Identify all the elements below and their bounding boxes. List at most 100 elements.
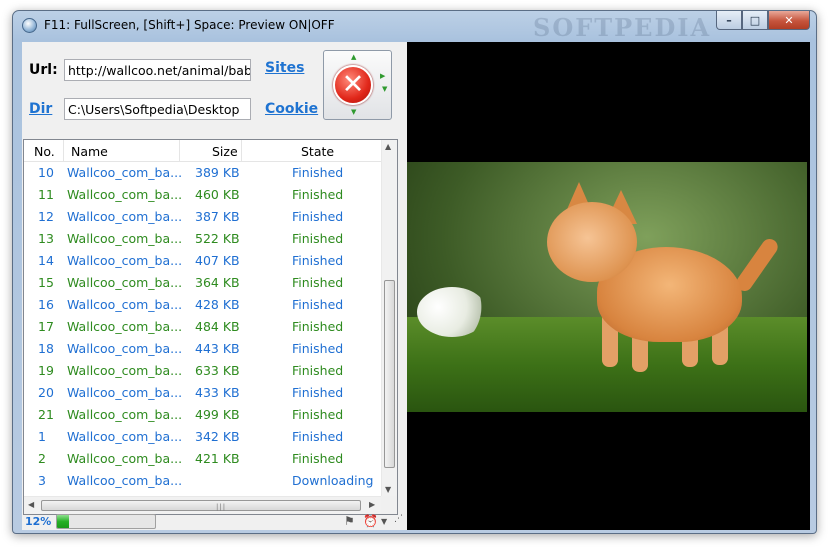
row-no: 12 [38,209,54,224]
row-name: Wallcoo_com_ba... [67,297,183,312]
table-row[interactable]: 11 Wallcoo_com_ba... 460 KB Finished [24,184,383,206]
vertical-scrollbar[interactable]: ▲ ▼ [381,140,397,496]
scroll-left-icon[interactable]: ◀ [28,500,34,509]
row-no: 20 [38,385,54,400]
dir-link[interactable]: Dir [29,101,52,117]
progress-bar [56,514,156,529]
table-row[interactable]: 13 Wallcoo_com_ba... 522 KB Finished [24,228,383,250]
row-no: 18 [38,341,54,356]
table-row[interactable]: 3 Wallcoo_com_ba... Downloading [24,470,383,492]
row-size: 443 KB [195,341,240,356]
list-header: No. Name Size State [24,140,383,162]
row-size: 484 KB [195,319,240,334]
row-size: 407 KB [195,253,240,268]
download-list[interactable]: No. Name Size State 10 Wallcoo_com_ba... 3… [23,139,398,515]
minimize-button[interactable]: – [716,11,742,30]
row-size: 433 KB [195,385,240,400]
row-state: Finished [292,341,344,356]
row-size: 421 KB [195,451,240,466]
sites-link[interactable]: Sites [265,60,304,76]
dropdown-arrow-icon[interactable]: ▼ [381,517,387,526]
row-size: 499 KB [195,407,240,422]
table-row[interactable]: 20 Wallcoo_com_ba... 433 KB Finished [24,382,383,404]
column-header-state[interactable]: State [301,144,334,159]
horizontal-scroll-thumb[interactable]: ||| [41,500,361,511]
table-row[interactable]: 17 Wallcoo_com_ba... 484 KB Finished [24,316,383,338]
status-bar: 12% ⚑ ⏰ ▼ ⋰ [22,514,407,530]
maximize-button[interactable]: □ [742,11,768,30]
close-button[interactable]: ✕ [768,11,810,30]
scheduler-icon[interactable]: ⚑ [344,514,355,528]
table-row[interactable]: 10 Wallcoo_com_ba... 389 KB Finished [24,162,383,184]
column-divider [241,140,242,162]
column-header-no[interactable]: No. [34,144,55,159]
table-row[interactable]: 12 Wallcoo_com_ba... 387 KB Finished [24,206,383,228]
arrow-down-small-icon: ▼ [382,85,388,93]
row-state: Finished [292,429,344,444]
arrow-up-icon: ▲ [351,53,357,61]
window-title: F11: FullScreen, [Shift+] Space: Preview… [44,18,335,32]
kitten-photo [407,162,807,412]
row-state: Finished [292,275,344,290]
dir-field[interactable]: C:\Users\Softpedia\Desktop [64,98,251,120]
table-row[interactable]: 19 Wallcoo_com_ba... 633 KB Finished [24,360,383,382]
column-header-size[interactable]: Size [212,144,238,159]
row-no: 11 [38,187,54,202]
row-no: 2 [38,451,46,466]
url-field[interactable]: http://wallcoo.net/animal/baby_ [64,59,251,81]
url-label: Url: [29,62,58,78]
row-no: 19 [38,363,54,378]
row-no: 10 [38,165,54,180]
table-row[interactable]: 1 Wallcoo_com_ba... 342 KB Finished [24,426,383,448]
table-row[interactable]: 2 Wallcoo_com_ba... 421 KB Finished [24,448,383,470]
clock-icon[interactable]: ⏰ [363,514,378,528]
row-name: Wallcoo_com_ba... [67,165,183,180]
horizontal-scrollbar[interactable]: ◀ ||| ▶ [24,496,383,514]
row-state: Finished [292,407,344,422]
title-bar[interactable]: F11: FullScreen, [Shift+] Space: Preview… [13,11,816,42]
row-name: Wallcoo_com_ba... [67,385,183,400]
table-row[interactable]: 16 Wallcoo_com_ba... 428 KB Finished [24,294,383,316]
row-size: 522 KB [195,231,240,246]
row-name: Wallcoo_com_ba... [67,341,183,356]
row-size: 387 KB [195,209,240,224]
scroll-up-icon[interactable]: ▲ [385,142,391,151]
row-name: Wallcoo_com_ba... [67,209,183,224]
image-preview-pane [407,42,810,530]
row-no: 21 [38,407,54,422]
row-name: Wallcoo_com_ba... [67,473,183,488]
row-state: Finished [292,451,344,466]
row-no: 1 [38,429,46,444]
scroll-corner [381,496,397,514]
row-no: 16 [38,297,54,312]
row-state: Finished [292,319,344,334]
row-name: Wallcoo_com_ba... [67,451,183,466]
row-no: 15 [38,275,54,290]
stop-button[interactable]: ▲ ✕ ▶ ▼ ▼ [323,50,392,120]
row-no: 3 [38,473,46,488]
row-name: Wallcoo_com_ba... [67,187,183,202]
table-row[interactable]: 21 Wallcoo_com_ba... 499 KB Finished [24,404,383,426]
row-state: Finished [292,231,344,246]
scroll-down-icon[interactable]: ▼ [385,485,391,494]
row-size: 428 KB [195,297,240,312]
row-no: 17 [38,319,54,334]
scroll-right-icon[interactable]: ▶ [369,500,375,509]
row-no: 13 [38,231,54,246]
row-state: Finished [292,385,344,400]
row-name: Wallcoo_com_ba... [67,429,183,444]
table-row[interactable]: 18 Wallcoo_com_ba... 443 KB Finished [24,338,383,360]
left-panel: Url: http://wallcoo.net/animal/baby_ Sit… [22,42,407,530]
cookie-link[interactable]: Cookie [265,101,318,117]
vertical-scroll-thumb[interactable] [384,280,395,468]
row-name: Wallcoo_com_ba... [67,253,183,268]
row-name: Wallcoo_com_ba... [67,407,183,422]
row-name: Wallcoo_com_ba... [67,319,183,334]
table-row[interactable]: 14 Wallcoo_com_ba... 407 KB Finished [24,250,383,272]
table-row[interactable]: 15 Wallcoo_com_ba... 364 KB Finished [24,272,383,294]
column-header-name[interactable]: Name [71,144,108,159]
resize-grip-icon: ⋰ [394,514,403,524]
row-state: Finished [292,253,344,268]
arrow-down-icon: ▼ [351,108,357,116]
row-name: Wallcoo_com_ba... [67,275,183,290]
